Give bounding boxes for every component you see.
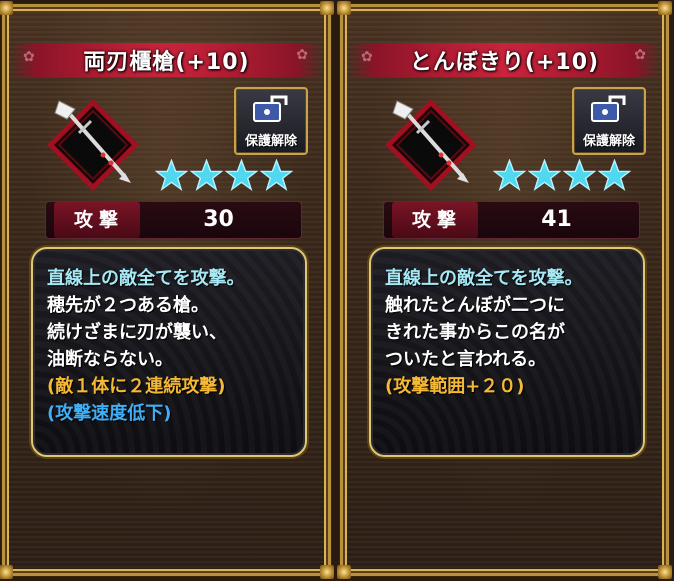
spear-icon (47, 99, 139, 191)
star-rating (155, 159, 293, 192)
attack-label: 攻撃 (54, 202, 140, 238)
star-rating (493, 159, 631, 192)
star-icon (528, 159, 561, 191)
description-line: 直線上の敵全てを攻撃。 (385, 268, 583, 289)
star-icon (260, 159, 293, 191)
description-line: ついたと言われる。 (385, 349, 547, 370)
sakura-icon: ✿ (296, 47, 308, 63)
frame-corner (337, 565, 351, 579)
frame-corner (320, 1, 334, 15)
star-icon (225, 159, 258, 191)
card-title-bar: ✿ ✿ とんぼきり(+10) (349, 43, 660, 77)
star-icon (598, 159, 631, 191)
star-icon (155, 159, 188, 191)
unlock-label: 保護解除 (582, 134, 635, 149)
description-line: 続けざまに刃が襲い、 (47, 322, 227, 343)
attack-stat-row: 攻撃 41 (383, 201, 640, 239)
attack-label: 攻撃 (392, 202, 478, 238)
description-box: 直線上の敵全てを攻撃。 触れたとんぼが二つに きれた事からこの名が ついたと言わ… (369, 247, 645, 457)
lock-icon (591, 95, 626, 122)
unlock-protection-button[interactable]: 保護解除 (572, 87, 646, 155)
sakura-icon: ✿ (23, 49, 35, 65)
attack-value: 41 (541, 207, 572, 232)
card-title-bar: ✿ ✿ 両刃櫃槍(+10) (11, 43, 322, 77)
star-icon (190, 159, 223, 191)
lock-icon (253, 95, 288, 122)
description-line: 直線上の敵全てを攻撃。 (47, 268, 245, 289)
description-line: 油断ならない。 (47, 349, 173, 370)
description-line: (敵１体に２連続攻撃) (47, 376, 226, 397)
attack-value: 30 (203, 207, 234, 232)
description-line: (攻撃範囲+２０) (385, 376, 525, 397)
frame-corner (658, 565, 672, 579)
frame-corner (337, 1, 351, 15)
unlock-label: 保護解除 (244, 134, 297, 149)
frame-corner (0, 1, 13, 15)
spear-icon (385, 99, 477, 191)
weapon-card-1[interactable]: ✿ ✿ 両刃櫃槍(+10) 保護解除 攻撃 30 直線上の敵全てを攻撃。 穂先が… (0, 1, 334, 579)
star-icon (563, 159, 596, 191)
weapon-name: とんぼきり(+10) (409, 50, 600, 75)
attack-stat-row: 攻撃 30 (45, 201, 302, 239)
weapon-card-2[interactable]: ✿ ✿ とんぼきり(+10) 保護解除 攻撃 41 直線上の敵全てを攻撃。 触れ… (337, 1, 672, 579)
description-line: きれた事からこの名が (385, 322, 565, 343)
description-box: 直線上の敵全てを攻撃。 穂先が２つある槍。 続けざまに刃が襲い、 油断ならない。… (31, 247, 307, 457)
frame-corner (658, 1, 672, 15)
description-line: (攻撃速度低下) (47, 403, 172, 424)
description-line: 穂先が２つある槍。 (47, 295, 209, 316)
star-icon (493, 159, 526, 191)
unlock-protection-button[interactable]: 保護解除 (234, 87, 308, 155)
frame-corner (320, 565, 334, 579)
sakura-icon: ✿ (634, 47, 646, 63)
sakura-icon: ✿ (361, 49, 373, 65)
description-line: 触れたとんぼが二つに (385, 295, 565, 316)
frame-corner (0, 565, 13, 579)
weapon-name: 両刃櫃槍(+10) (83, 50, 250, 75)
